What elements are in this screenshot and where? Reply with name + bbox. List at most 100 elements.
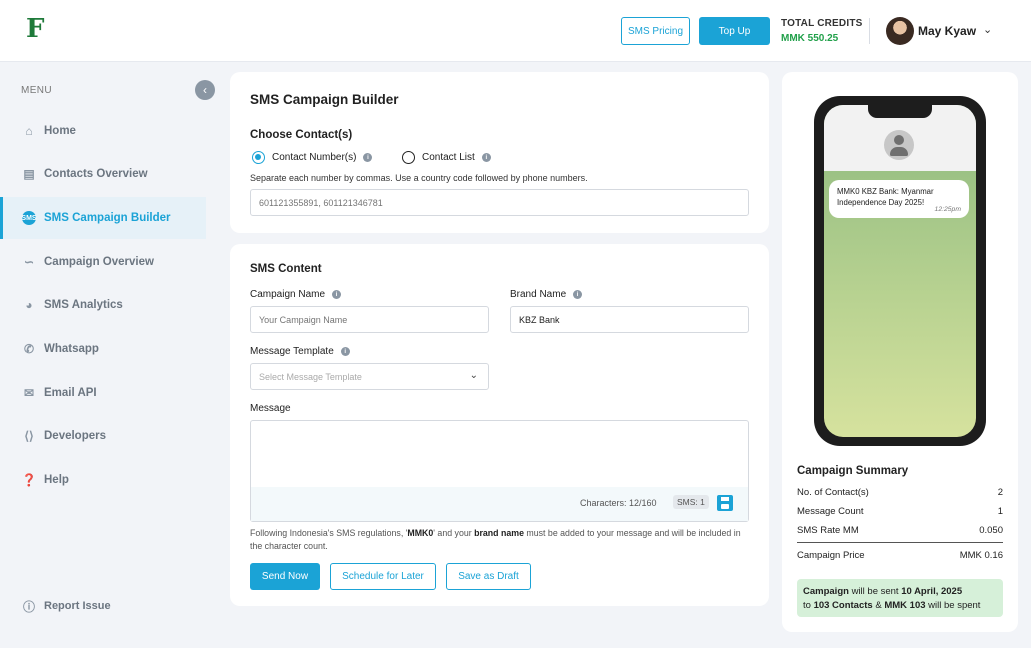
info-icon[interactable]: i <box>332 290 342 299</box>
sidebar-item-whatsapp[interactable]: ✆ Whatsapp <box>0 328 206 370</box>
summary-divider <box>797 542 1003 543</box>
save-icon[interactable] <box>717 495 733 511</box>
chart-icon: ∽ <box>23 255 35 269</box>
campaign-send-banner: Campaign will be sent 10 April, 2025 to … <box>797 579 1003 617</box>
brand-name-label: Brand Name i <box>510 289 583 300</box>
sidebar-item-label: Whatsapp <box>44 343 99 355</box>
info-icon[interactable]: i <box>573 290 583 299</box>
chevron-down-icon[interactable]: ⌄ <box>983 23 992 36</box>
sidebar-item-campaign-overview[interactable]: ∽ Campaign Overview <box>0 241 206 283</box>
note-bold-mmk0: MMK0 <box>407 528 434 538</box>
message-template-select[interactable]: Select Message Template ⌄ <box>250 363 489 390</box>
sidebar-item-label: Campaign Overview <box>44 256 154 268</box>
radio-contact-list[interactable] <box>402 151 415 164</box>
note-text: ' and your <box>433 528 475 538</box>
banner-bold: 103 Contacts <box>813 600 873 611</box>
sidebar-item-label: Home <box>44 125 76 137</box>
top-header: F SMS Pricing Top Up TOTAL CREDITS MMK 5… <box>0 0 1031 62</box>
campaign-builder-card: SMS Campaign Builder Choose Contact(s) C… <box>230 72 769 233</box>
info-icon[interactable]: i <box>340 347 350 356</box>
sms-count-badge: SMS: 1 <box>673 495 709 509</box>
character-count: Characters: 12/160 <box>580 498 657 508</box>
code-icon: ⟨⟩ <box>24 429 34 443</box>
summary-label: Message Count <box>797 506 864 517</box>
save-draft-button[interactable]: Save as Draft <box>446 563 531 590</box>
radio-list-text: Contact List <box>422 152 475 163</box>
brand-logo[interactable]: F <box>26 14 44 44</box>
avatar[interactable] <box>886 17 914 45</box>
info-icon[interactable]: i <box>363 153 373 162</box>
schedule-later-button[interactable]: Schedule for Later <box>330 563 436 590</box>
summary-value: 2 <box>997 487 1003 498</box>
sidebar-item-label: Contacts Overview <box>44 168 148 180</box>
alert-icon: ⓘ <box>22 599 35 614</box>
sms-content-card: SMS Content Campaign Name i Brand Name i… <box>230 244 769 606</box>
sidebar-item-help[interactable]: ❓ Help <box>0 459 206 501</box>
summary-label: SMS Rate MM <box>797 525 859 536</box>
sidebar-item-label: Help <box>44 474 69 486</box>
choose-contacts-heading: Choose Contact(s) <box>250 129 353 141</box>
banner-bold: MMK 103 <box>884 600 926 611</box>
contact-avatar-icon <box>884 130 914 160</box>
sidebar-item-label: SMS Campaign Builder <box>44 212 171 224</box>
radio-contact-list-label: Contact List i <box>422 152 491 163</box>
message-time: 12:25pm <box>934 206 961 213</box>
banner-bold: 10 April, 2025 <box>901 586 963 597</box>
sidebar-item-label: Developers <box>44 430 107 442</box>
send-now-button[interactable]: Send Now <box>250 563 320 590</box>
collapse-sidebar-button[interactable]: ‹ <box>195 80 215 100</box>
numbers-helper-text: Separate each number by commas. Use a co… <box>250 173 588 183</box>
summary-label: No. of Contact(s) <box>797 487 869 498</box>
summary-value: 1 <box>997 506 1003 517</box>
campaign-name-label: Campaign Name i <box>250 289 342 300</box>
campaign-name-input[interactable] <box>250 306 489 333</box>
sms-content-heading: SMS Content <box>250 263 322 275</box>
brand-name-input[interactable] <box>510 306 749 333</box>
campaign-summary-title: Campaign Summary <box>797 465 909 477</box>
banner-text: will be spent <box>925 600 981 611</box>
message-template-text: Message Template <box>250 346 334 357</box>
top-up-button[interactable]: Top Up <box>699 17 770 45</box>
report-issue-link[interactable]: ⓘ Report Issue <box>22 599 111 614</box>
banner-text: & <box>872 600 885 611</box>
menu-label: MENU <box>21 85 53 96</box>
summary-row-contacts: No. of Contact(s) 2 <box>797 487 1003 498</box>
chevron-down-icon: ⌄ <box>469 370 478 381</box>
report-issue-label: Report Issue <box>44 600 111 612</box>
radio-contact-numbers[interactable] <box>252 151 265 164</box>
message-bubble: MMK0 KBZ Bank: Myanmar Independence Day … <box>829 180 969 218</box>
summary-value: 0.050 <box>979 525 1003 536</box>
summary-value: MMK 0.16 <box>959 550 1003 561</box>
sms-pricing-button[interactable]: SMS Pricing <box>621 17 690 45</box>
summary-label: Campaign Price <box>797 550 865 561</box>
help-icon: ❓ <box>21 473 37 487</box>
user-name[interactable]: May Kyaw <box>918 24 976 38</box>
campaign-name-text: Campaign Name <box>250 289 326 300</box>
contact-numbers-input[interactable] <box>250 189 749 216</box>
message-textarea[interactable]: Characters: 12/160 SMS: 1 <box>250 420 749 522</box>
sidebar: MENU ‹ ⌂ Home ▤ Contacts Overview SMS SM… <box>0 62 215 648</box>
home-icon: ⌂ <box>25 124 33 138</box>
radio-numbers-text: Contact Number(s) <box>272 152 357 163</box>
summary-row-price: Campaign Price MMK 0.16 <box>797 550 1003 561</box>
template-placeholder: Select Message Template <box>259 371 362 382</box>
sidebar-item-label: SMS Analytics <box>44 299 123 311</box>
brand-name-text: Brand Name <box>510 289 567 300</box>
sms-icon: SMS <box>21 211 37 225</box>
whatsapp-icon: ✆ <box>23 342 35 356</box>
message-template-label: Message Template i <box>250 346 350 357</box>
sidebar-item-sms-analytics[interactable]: ◕ SMS Analytics <box>0 284 206 326</box>
page-title: SMS Campaign Builder <box>250 92 399 107</box>
phone-preview: MMK0 KBZ Bank: Myanmar Independence Day … <box>814 96 986 446</box>
sidebar-item-developers[interactable]: ⟨⟩ Developers <box>0 415 206 457</box>
sidebar-item-email-api[interactable]: ✉ Email API <box>0 372 206 414</box>
info-icon[interactable]: i <box>481 153 491 162</box>
radio-contact-numbers-label: Contact Number(s) i <box>272 152 373 163</box>
phone-screen: MMK0 KBZ Bank: Myanmar Independence Day … <box>824 105 976 437</box>
sidebar-item-contacts-overview[interactable]: ▤ Contacts Overview <box>0 153 206 195</box>
banner-bold: Campaign <box>803 586 849 597</box>
sidebar-item-sms-campaign-builder[interactable]: SMS SMS Campaign Builder <box>0 197 206 239</box>
contacts-icon: ▤ <box>23 167 35 181</box>
phone-header <box>824 105 976 171</box>
sidebar-item-home[interactable]: ⌂ Home <box>0 110 206 152</box>
